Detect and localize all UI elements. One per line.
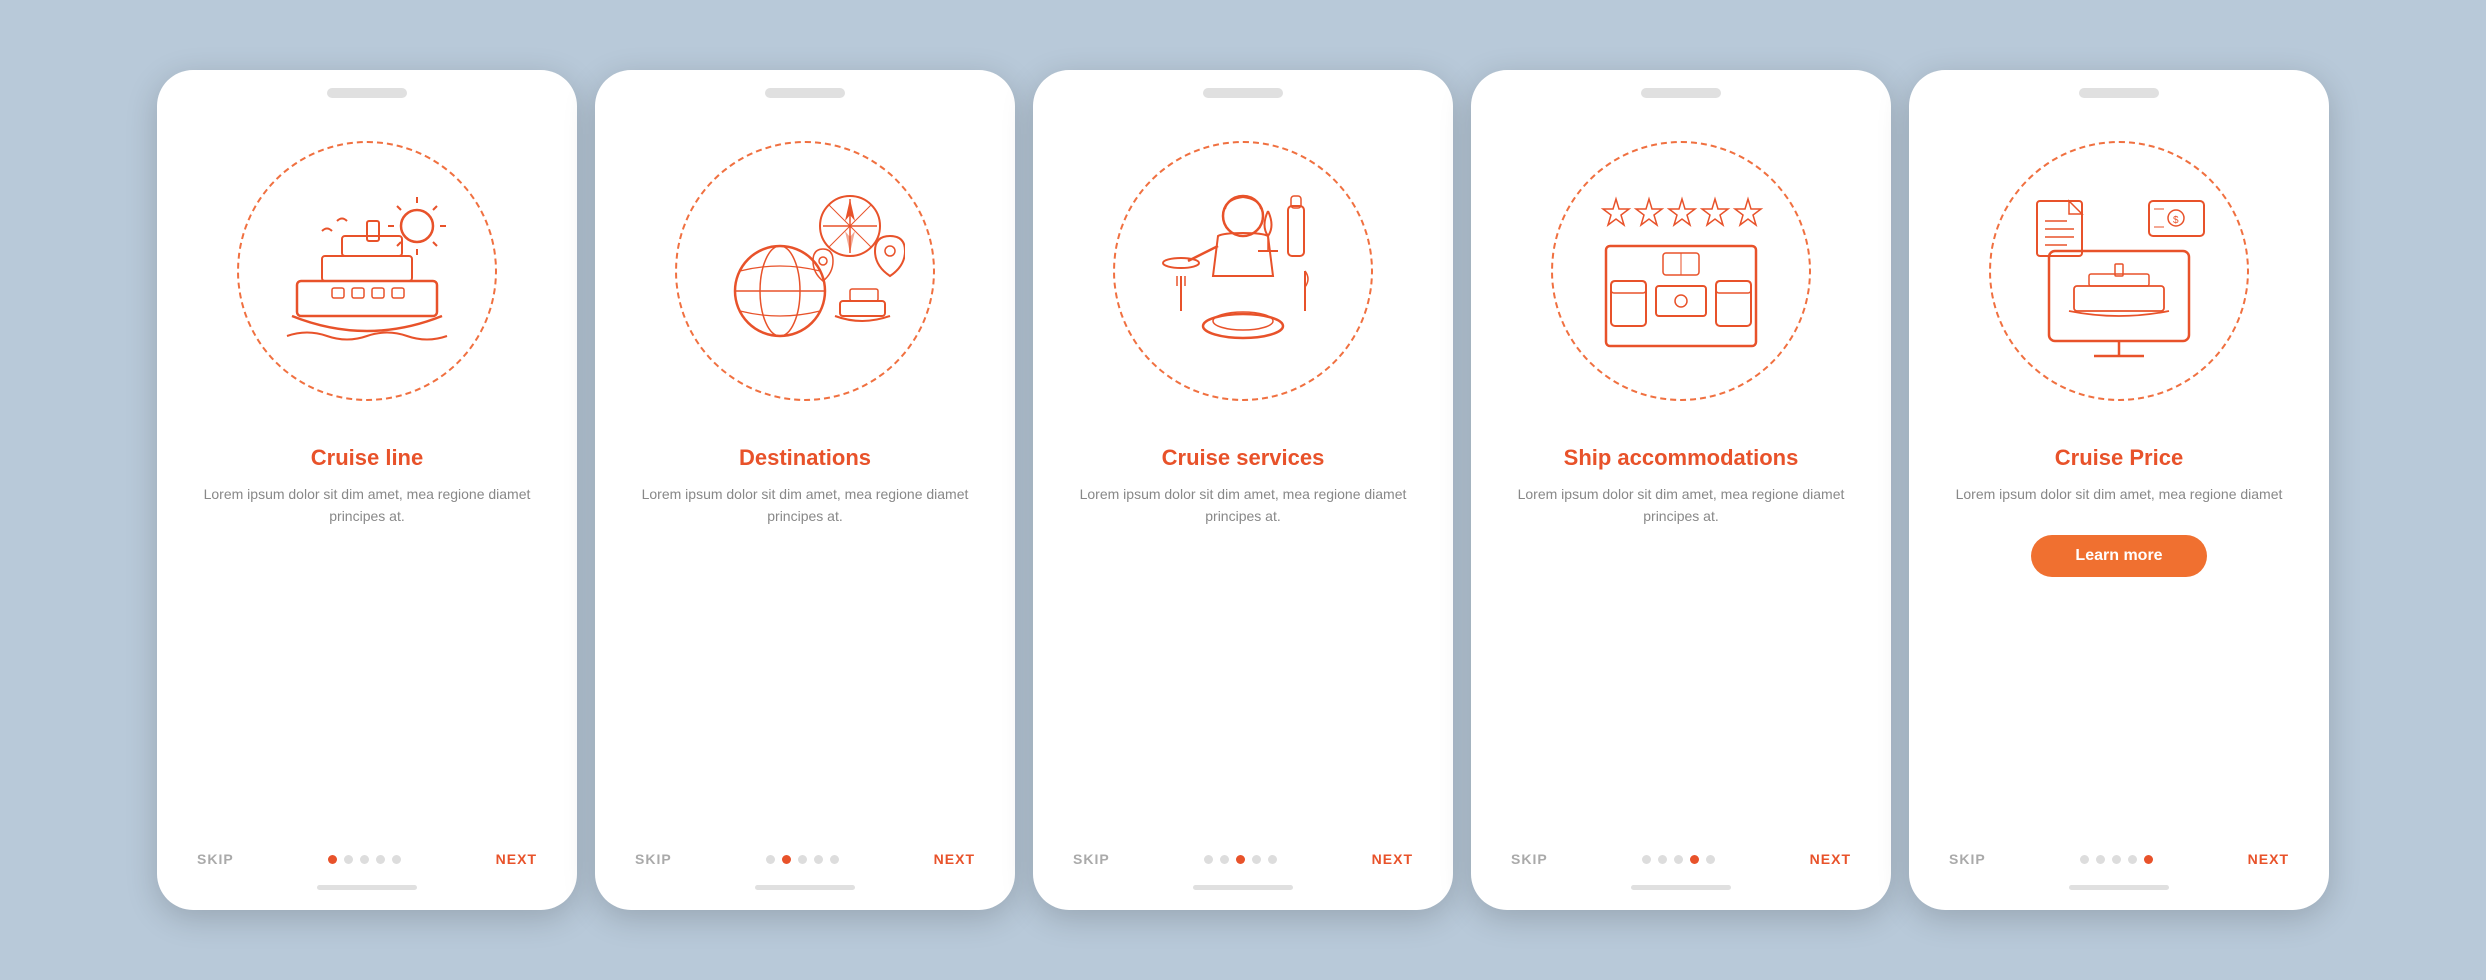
screens-container: Cruise line Lorem ipsum dolor sit dim am…	[157, 70, 2329, 910]
dot-4-3	[1674, 855, 1683, 864]
screen-cruise-services: Cruise services Lorem ipsum dolor sit di…	[1033, 70, 1453, 910]
dot-1-2	[344, 855, 353, 864]
dot-5-1	[2080, 855, 2089, 864]
phone-nav-4: SKIP NEXT	[1471, 837, 1891, 875]
dot-5-4	[2128, 855, 2137, 864]
dot-3-3	[1236, 855, 1245, 864]
dot-5-5	[2144, 855, 2153, 864]
phone-nav-2: SKIP NEXT	[595, 837, 1015, 875]
destinations-icon	[705, 171, 905, 371]
dot-4-2	[1658, 855, 1667, 864]
illustration-area-5: $	[1909, 106, 2329, 426]
skip-button-4[interactable]: SKIP	[1511, 851, 1548, 867]
phone-notch-2	[765, 88, 845, 98]
phone-top-bar-3	[1033, 70, 1453, 106]
screen-destinations: Destinations Lorem ipsum dolor sit dim a…	[595, 70, 1015, 910]
cruise-ship-icon	[267, 171, 467, 371]
phone-top-bar-5	[1909, 70, 2329, 106]
dot-1-5	[392, 855, 401, 864]
skip-button-1[interactable]: SKIP	[197, 851, 234, 867]
dot-1-3	[360, 855, 369, 864]
screen-desc-3: Lorem ipsum dolor sit dim amet, mea regi…	[1073, 483, 1413, 528]
next-button-2[interactable]: NEXT	[934, 851, 975, 867]
cruise-services-icon	[1143, 171, 1343, 371]
phone-handle-2	[755, 885, 855, 890]
dot-1-1	[328, 855, 337, 864]
phone-nav-3: SKIP NEXT	[1033, 837, 1453, 875]
dots-5	[2080, 855, 2153, 864]
dot-3-4	[1252, 855, 1261, 864]
dashed-circle-4	[1551, 141, 1811, 401]
dashed-circle-5: $	[1989, 141, 2249, 401]
accommodations-icon	[1581, 171, 1781, 371]
screen-desc-5: Lorem ipsum dolor sit dim amet, mea regi…	[1956, 483, 2283, 505]
phone-handle-5	[2069, 885, 2169, 890]
dot-3-2	[1220, 855, 1229, 864]
next-button-5[interactable]: NEXT	[2248, 851, 2289, 867]
dot-2-1	[766, 855, 775, 864]
screen-ship-accommodations: Ship accommodations Lorem ipsum dolor si…	[1471, 70, 1891, 910]
screen-title-1: Cruise line	[311, 444, 423, 473]
phone-notch	[327, 88, 407, 98]
dot-5-3	[2112, 855, 2121, 864]
dashed-circle-3	[1113, 141, 1373, 401]
skip-button-2[interactable]: SKIP	[635, 851, 672, 867]
dot-2-2	[782, 855, 791, 864]
dots-3	[1204, 855, 1277, 864]
dot-5-2	[2096, 855, 2105, 864]
dots-2	[766, 855, 839, 864]
dot-2-3	[798, 855, 807, 864]
next-button-3[interactable]: NEXT	[1372, 851, 1413, 867]
phone-top-bar	[157, 70, 577, 106]
dashed-circle-1	[237, 141, 497, 401]
illustration-area-4	[1471, 106, 1891, 426]
screen-title-4: Ship accommodations	[1564, 444, 1799, 473]
dot-3-1	[1204, 855, 1213, 864]
dots-4	[1642, 855, 1715, 864]
dot-4-4	[1690, 855, 1699, 864]
phone-nav-5: SKIP NEXT	[1909, 837, 2329, 875]
screen-title-3: Cruise services	[1162, 444, 1325, 473]
next-button-4[interactable]: NEXT	[1810, 851, 1851, 867]
phone-nav-1: SKIP NEXT	[157, 837, 577, 875]
dot-2-4	[814, 855, 823, 864]
phone-top-bar-2	[595, 70, 1015, 106]
screen-desc-4: Lorem ipsum dolor sit dim amet, mea regi…	[1511, 483, 1851, 528]
svg-text:$: $	[2173, 215, 2179, 226]
phone-notch-4	[1641, 88, 1721, 98]
phone-top-bar-4	[1471, 70, 1891, 106]
screen-cruise-price: $ Cruise Price Lorem ipsum dolor sit dim…	[1909, 70, 2329, 910]
dot-1-4	[376, 855, 385, 864]
phone-notch-3	[1203, 88, 1283, 98]
skip-button-5[interactable]: SKIP	[1949, 851, 1986, 867]
dot-4-1	[1642, 855, 1651, 864]
learn-more-button[interactable]: Learn more	[2031, 535, 2206, 577]
screen-desc-2: Lorem ipsum dolor sit dim amet, mea regi…	[635, 483, 975, 528]
illustration-area-2	[595, 106, 1015, 426]
dot-4-5	[1706, 855, 1715, 864]
phone-handle-3	[1193, 885, 1293, 890]
next-button-1[interactable]: NEXT	[496, 851, 537, 867]
phone-handle-1	[317, 885, 417, 890]
illustration-area-1	[157, 106, 577, 426]
skip-button-3[interactable]: SKIP	[1073, 851, 1110, 867]
phone-handle-4	[1631, 885, 1731, 890]
illustration-area-3	[1033, 106, 1453, 426]
screen-desc-1: Lorem ipsum dolor sit dim amet, mea regi…	[197, 483, 537, 528]
cruise-price-icon: $	[2019, 171, 2219, 371]
dot-2-5	[830, 855, 839, 864]
screen-title-2: Destinations	[739, 444, 871, 473]
phone-notch-5	[2079, 88, 2159, 98]
screen-cruise-line: Cruise line Lorem ipsum dolor sit dim am…	[157, 70, 577, 910]
dashed-circle-2	[675, 141, 935, 401]
dots-1	[328, 855, 401, 864]
dot-3-5	[1268, 855, 1277, 864]
screen-title-5: Cruise Price	[2055, 444, 2183, 473]
